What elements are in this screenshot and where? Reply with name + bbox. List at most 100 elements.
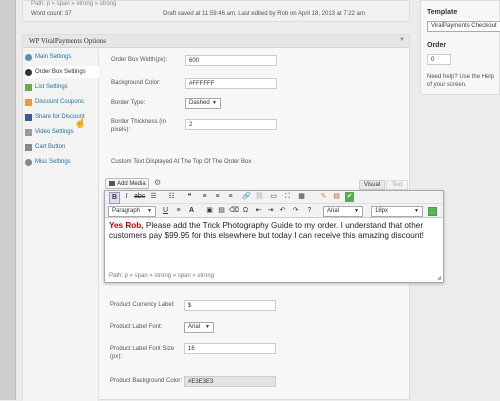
- order-box-width-input[interactable]: 600: [185, 55, 277, 66]
- sidebar-item-discount-coupons[interactable]: Discount Coupons: [25, 96, 95, 108]
- fullscreen-icon[interactable]: ⛶: [283, 192, 292, 202]
- format-select[interactable]: Paragraph ▼: [108, 206, 156, 217]
- help-icon[interactable]: ?: [305, 206, 314, 216]
- underline-button[interactable]: U: [161, 206, 170, 216]
- border-thickness-label: Border Thickness (in pixels):: [111, 118, 166, 134]
- unlink-icon[interactable]: ⛓: [255, 192, 264, 202]
- bullet-list-icon[interactable]: ☰: [149, 192, 158, 202]
- kitchen-sink-icon[interactable]: ▦: [297, 192, 306, 202]
- sidebar-item-list-settings[interactable]: List Settings: [25, 81, 95, 93]
- panel-title: WP ViralPayments Options: [29, 37, 106, 45]
- tab-visual[interactable]: Visual: [359, 180, 385, 190]
- align-left-icon[interactable]: ≡: [200, 192, 209, 202]
- numbered-list-icon[interactable]: ☷: [167, 192, 176, 202]
- border-type-select[interactable]: Dashed ▼: [185, 98, 221, 109]
- path-text: Path: p » span » strong » strong: [31, 1, 117, 7]
- hand-cursor-icon: ☝: [74, 118, 87, 129]
- cart-icon: [25, 143, 32, 151]
- chevron-down-icon: ▼: [354, 208, 359, 214]
- editor-path: Path: p » span » strong » span » strong: [109, 273, 215, 279]
- color-swatch[interactable]: [428, 207, 437, 216]
- paste-word-icon[interactable]: ▤: [217, 206, 226, 216]
- text-color-icon[interactable]: A: [187, 206, 196, 216]
- strikethrough-button[interactable]: abc: [134, 192, 145, 202]
- product-font-size-label: Product Label Font Size (px):: [110, 345, 174, 361]
- template-select[interactable]: ViralPayments Checkout: [427, 21, 500, 32]
- blockquote-icon[interactable]: ❝: [185, 192, 194, 202]
- sidebar-item-label: Misc Settings: [35, 159, 71, 165]
- sidebar-item-main-settings[interactable]: Main Settings: [25, 51, 95, 63]
- sidebar-item-cart-button[interactable]: Cart Button: [25, 141, 95, 153]
- right-meta-box: Template ViralPayments Checkout Order 0 …: [420, 0, 500, 95]
- collapse-icon[interactable]: ▼: [399, 37, 405, 43]
- gear-icon: [25, 158, 32, 166]
- word-count: Word count: 37: [31, 11, 72, 17]
- product-label-font-select[interactable]: Arial ▼: [184, 322, 214, 333]
- special-icon-3[interactable]: ✔: [345, 192, 354, 202]
- add-media-label: Add Media: [117, 180, 146, 187]
- circle-icon: [25, 68, 32, 76]
- background-color-label: Background Color:: [111, 80, 161, 86]
- font-family-select[interactable]: Arial ▼: [323, 206, 363, 217]
- product-label-font-label: Product Label Font:: [110, 324, 163, 330]
- product-currency-input[interactable]: $: [184, 300, 276, 311]
- product-currency-label: Product Currency Label:: [110, 302, 175, 308]
- align-right-icon[interactable]: ≡: [226, 192, 235, 202]
- product-font-size-label-line1: Product Label Font Size: [110, 346, 175, 352]
- paste-text-icon[interactable]: ▣: [205, 206, 214, 216]
- font-size-select[interactable]: 18px ▼: [371, 206, 423, 217]
- outdent-icon[interactable]: ⇤: [254, 206, 263, 216]
- chevron-down-icon: ▼: [205, 324, 210, 330]
- editor-box: B I abc ☰ ☷ ❝ ≡ ≡ ≡ 🔗 ⛓ ▭ ⛶ ▦ ✎ ▤ ✔ Para…: [104, 190, 444, 283]
- gear-icon: [25, 53, 32, 61]
- align-center-icon[interactable]: ≡: [213, 192, 222, 202]
- custom-text-label: Custom Text Displayed At The Top Of The …: [111, 159, 252, 165]
- editor-content[interactable]: Yes Rob, Please add the Trick Photograph…: [109, 221, 441, 261]
- help-text-line1: Need help? Use the Help: [427, 74, 495, 80]
- panel-header: WP ViralPayments Options ▼: [23, 35, 409, 48]
- settings-gear-icon[interactable]: ⚙: [154, 178, 161, 187]
- border-type-label: Border Type:: [111, 100, 146, 106]
- sidebar-item-label: Main Settings: [35, 54, 72, 60]
- more-tag-icon[interactable]: ▭: [269, 192, 278, 202]
- format-value: Paragraph: [112, 208, 141, 214]
- indent-icon[interactable]: ⇥: [266, 206, 275, 216]
- clear-format-icon[interactable]: ⌫: [229, 206, 239, 216]
- add-media-button[interactable]: Add Media: [105, 178, 149, 189]
- product-bg-color-input[interactable]: #E3E3E3: [184, 376, 276, 387]
- bold-button[interactable]: B: [109, 192, 120, 204]
- order-input[interactable]: 0: [427, 54, 451, 65]
- sidebar-item-label: Order Box Settings: [35, 69, 86, 75]
- background-color-input[interactable]: #FFFFFF: [185, 78, 277, 89]
- sidebar-item-misc-settings[interactable]: Misc Settings: [25, 156, 95, 168]
- list-icon: [25, 83, 32, 91]
- status-bar: Path: p » span » strong » strong Word co…: [22, 0, 410, 22]
- sidebar-item-label: List Settings: [35, 84, 68, 90]
- tab-text[interactable]: Text: [386, 180, 408, 190]
- special-char-icon[interactable]: Ω: [241, 206, 250, 216]
- sidebar-item-order-box-settings[interactable]: Order Box Settings: [25, 66, 99, 78]
- video-icon: [25, 128, 32, 136]
- link-icon[interactable]: 🔗: [242, 192, 251, 202]
- italic-button[interactable]: I: [122, 192, 131, 202]
- redo-icon[interactable]: ↷: [291, 206, 300, 216]
- product-font-size-input[interactable]: 16: [184, 343, 276, 354]
- sidebar-item-label: Cart Button: [35, 144, 66, 150]
- resize-handle-icon[interactable]: ◢: [437, 275, 441, 281]
- product-font-value: Arial: [188, 324, 201, 330]
- greeting-highlight: Yes Rob,: [109, 221, 144, 230]
- editor-toolbar-2: Paragraph ▼ U ≡ A ▣ ▤ ⌫ Ω ⇤ ⇥ ↶ ↷ ? Aria…: [105, 204, 443, 218]
- font-family-value: Arial: [327, 208, 340, 214]
- undo-icon[interactable]: ↶: [278, 206, 287, 216]
- border-thickness-input[interactable]: 2: [185, 119, 277, 130]
- special-icon-1[interactable]: ✎: [319, 192, 328, 202]
- border-type-value: Dashed: [189, 100, 210, 106]
- border-thickness-label-line1: Border Thickness (in: [111, 119, 166, 125]
- tag-icon: [25, 98, 32, 106]
- admin-menu-edge: [0, 0, 16, 400]
- special-icon-2[interactable]: ▤: [332, 192, 341, 202]
- product-font-size-label-line2: (px):: [110, 354, 122, 360]
- sidebar-item-label: Discount Coupons: [35, 99, 85, 105]
- justify-icon[interactable]: ≡: [174, 206, 183, 216]
- facebook-icon: [25, 113, 32, 121]
